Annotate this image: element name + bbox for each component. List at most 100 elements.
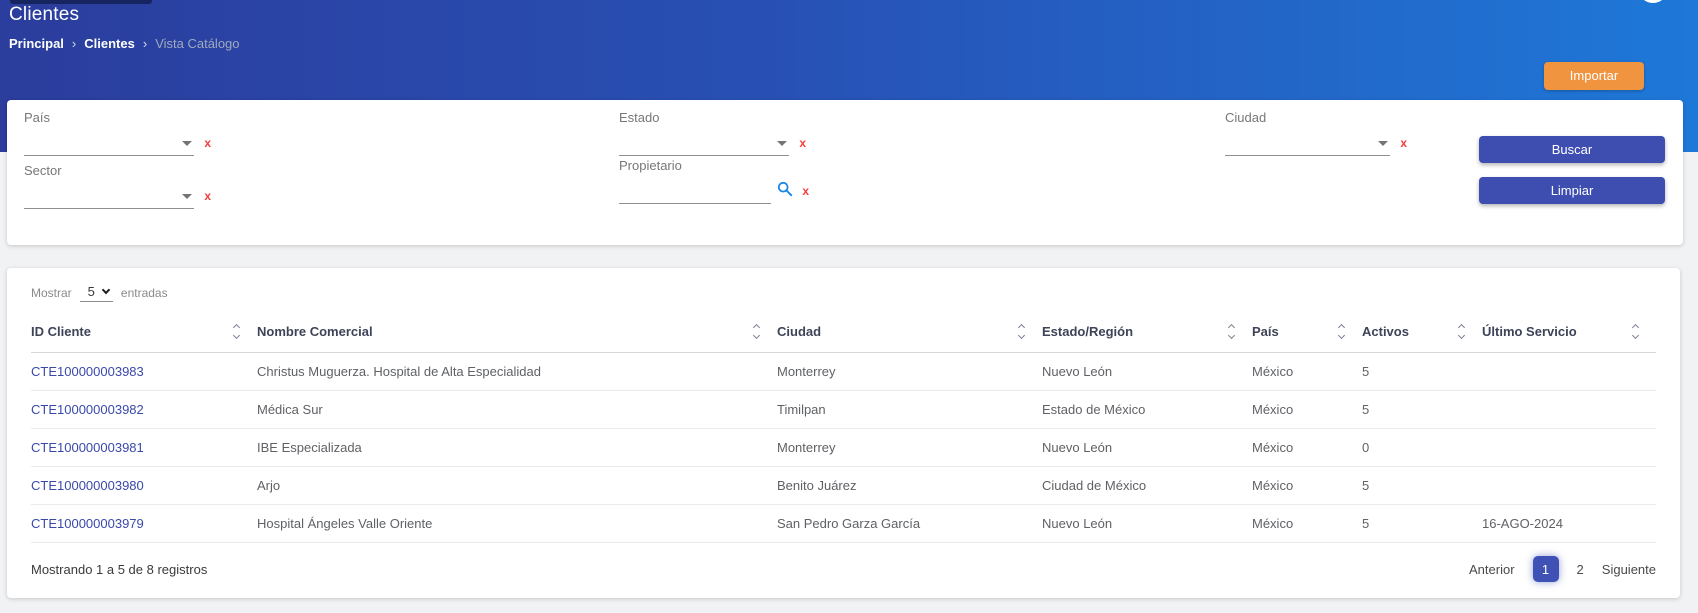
pagination-prev[interactable]: Anterior [1469, 562, 1515, 577]
sort-icon[interactable] [1459, 325, 1464, 338]
limpiar-button[interactable]: Limpiar [1479, 177, 1665, 204]
estado-label: Estado [619, 110, 789, 126]
cell-estado-region: Nuevo León [1042, 428, 1252, 466]
cell-estado-region: Ciudad de México [1042, 466, 1252, 504]
cell-ultimo-servicio [1482, 428, 1656, 466]
cell-pais: México [1252, 466, 1362, 504]
chevron-down-icon[interactable] [182, 141, 192, 146]
cell-nombre-comercial: IBE Especializada [257, 428, 777, 466]
ciudad-label: Ciudad [1225, 110, 1390, 126]
client-id-link[interactable]: CTE100000003983 [31, 352, 257, 390]
column-label: Activos [1362, 324, 1409, 339]
sort-icon[interactable] [234, 325, 239, 338]
cell-activos: 0 [1362, 428, 1482, 466]
cell-estado-region: Nuevo León [1042, 352, 1252, 390]
clients-table-panel: Mostrar 5 entradas ID Cliente Nombre Com… [7, 268, 1680, 598]
entries-count-select[interactable]: 5 [80, 284, 113, 302]
sort-icon[interactable] [1339, 325, 1344, 338]
column-header-id-cliente[interactable]: ID Cliente [31, 312, 257, 352]
ciudad-select[interactable] [1225, 130, 1390, 156]
column-label: Último Servicio [1482, 324, 1577, 339]
breadcrumb: Principal › Clientes › Vista Catálogo [9, 36, 240, 51]
breadcrumb-item-vista-catalogo: Vista Catálogo [155, 36, 239, 51]
cell-ciudad: San Pedro Garza García [777, 504, 1042, 542]
cell-activos: 5 [1362, 504, 1482, 542]
pagination-next[interactable]: Siguiente [1602, 562, 1656, 577]
pais-clear-button[interactable]: x [204, 136, 211, 150]
sort-icon[interactable] [1633, 325, 1638, 338]
cell-estado-region: Estado de México [1042, 390, 1252, 428]
ciudad-clear-button[interactable]: x [1400, 136, 1407, 150]
page-title: Clientes [9, 4, 79, 26]
cell-ciudad: Benito Juárez [777, 466, 1042, 504]
cell-pais: México [1252, 390, 1362, 428]
chevron-down-icon [102, 286, 110, 294]
cell-ultimo-servicio [1482, 390, 1656, 428]
avatar[interactable] [1638, 0, 1668, 3]
chevron-down-icon[interactable] [182, 194, 192, 199]
estado-clear-button[interactable]: x [799, 136, 806, 150]
estado-select[interactable] [619, 130, 789, 156]
column-header-ultimo-servicio[interactable]: Último Servicio [1482, 312, 1656, 352]
sort-icon[interactable] [754, 325, 759, 338]
table-row: CTE100000003979 Hospital Ángeles Valle O… [31, 504, 1656, 542]
cell-ciudad: Monterrey [777, 428, 1042, 466]
client-id-link[interactable]: CTE100000003982 [31, 390, 257, 428]
client-id-link[interactable]: CTE100000003979 [31, 504, 257, 542]
propietario-input[interactable] [619, 178, 771, 204]
column-label: País [1252, 324, 1279, 339]
entries-selector-row: Mostrar 5 entradas [31, 284, 168, 302]
client-id-link[interactable]: CTE100000003981 [31, 428, 257, 466]
cell-nombre-comercial: Christus Muguerza. Hospital de Alta Espe… [257, 352, 777, 390]
sort-icon[interactable] [1229, 325, 1234, 338]
cell-activos: 5 [1362, 466, 1482, 504]
filter-panel: País x Sector x Estado x Propietario [7, 100, 1683, 245]
pagination-page-1-active[interactable]: 1 [1533, 556, 1559, 582]
entries-count-value: 5 [88, 284, 95, 299]
column-header-pais[interactable]: País [1252, 312, 1362, 352]
column-header-ciudad[interactable]: Ciudad [777, 312, 1042, 352]
records-summary: Mostrando 1 a 5 de 8 registros [31, 562, 207, 577]
chevron-down-icon[interactable] [1378, 141, 1388, 146]
mostrar-label: Mostrar [31, 286, 72, 300]
buscar-button[interactable]: Buscar [1479, 136, 1665, 163]
sector-clear-button[interactable]: x [204, 189, 211, 203]
column-header-nombre-comercial[interactable]: Nombre Comercial [257, 312, 777, 352]
column-label: Estado/Región [1042, 324, 1133, 339]
cell-nombre-comercial: Arjo [257, 466, 777, 504]
cell-pais: México [1252, 504, 1362, 542]
cell-ultimo-servicio: 16-AGO-2024 [1482, 504, 1656, 542]
cell-nombre-comercial: Hospital Ángeles Valle Oriente [257, 504, 777, 542]
propietario-clear-button[interactable]: x [802, 184, 809, 198]
client-id-link[interactable]: CTE100000003980 [31, 466, 257, 504]
estado-filter: Estado x [619, 110, 789, 156]
cell-activos: 5 [1362, 352, 1482, 390]
table-row: CTE100000003981 IBE Especializada Monter… [31, 428, 1656, 466]
breadcrumb-item-principal[interactable]: Principal [9, 36, 64, 51]
pais-select[interactable] [24, 130, 194, 156]
sector-select[interactable] [24, 183, 194, 209]
table-row: CTE100000003983 Christus Muguerza. Hospi… [31, 352, 1656, 390]
search-icon[interactable] [777, 181, 793, 202]
cell-nombre-comercial: Médica Sur [257, 390, 777, 428]
cell-activos: 5 [1362, 390, 1482, 428]
cell-ultimo-servicio [1482, 352, 1656, 390]
cell-pais: México [1252, 428, 1362, 466]
cell-ciudad: Timilpan [777, 390, 1042, 428]
column-header-activos[interactable]: Activos [1362, 312, 1482, 352]
breadcrumb-separator-icon: › [72, 36, 76, 51]
breadcrumb-item-clientes[interactable]: Clientes [84, 36, 135, 51]
sort-icon[interactable] [1019, 325, 1024, 338]
import-button[interactable]: Importar [1544, 62, 1644, 90]
table-row: CTE100000003982 Médica Sur Timilpan Esta… [31, 390, 1656, 428]
chevron-down-icon[interactable] [777, 141, 787, 146]
table-row: CTE100000003980 Arjo Benito Juárez Ciuda… [31, 466, 1656, 504]
sector-label: Sector [24, 163, 194, 179]
pais-filter: País x [24, 110, 194, 156]
table-footer: Mostrando 1 a 5 de 8 registros Anterior … [31, 544, 1656, 594]
column-header-estado-region[interactable]: Estado/Región [1042, 312, 1252, 352]
pagination-page-2[interactable]: 2 [1577, 562, 1584, 577]
table-header-row: ID Cliente Nombre Comercial Ciudad Estad… [31, 312, 1656, 352]
pagination: Anterior 1 2 Siguiente [1469, 556, 1656, 582]
pais-label: País [24, 110, 194, 126]
